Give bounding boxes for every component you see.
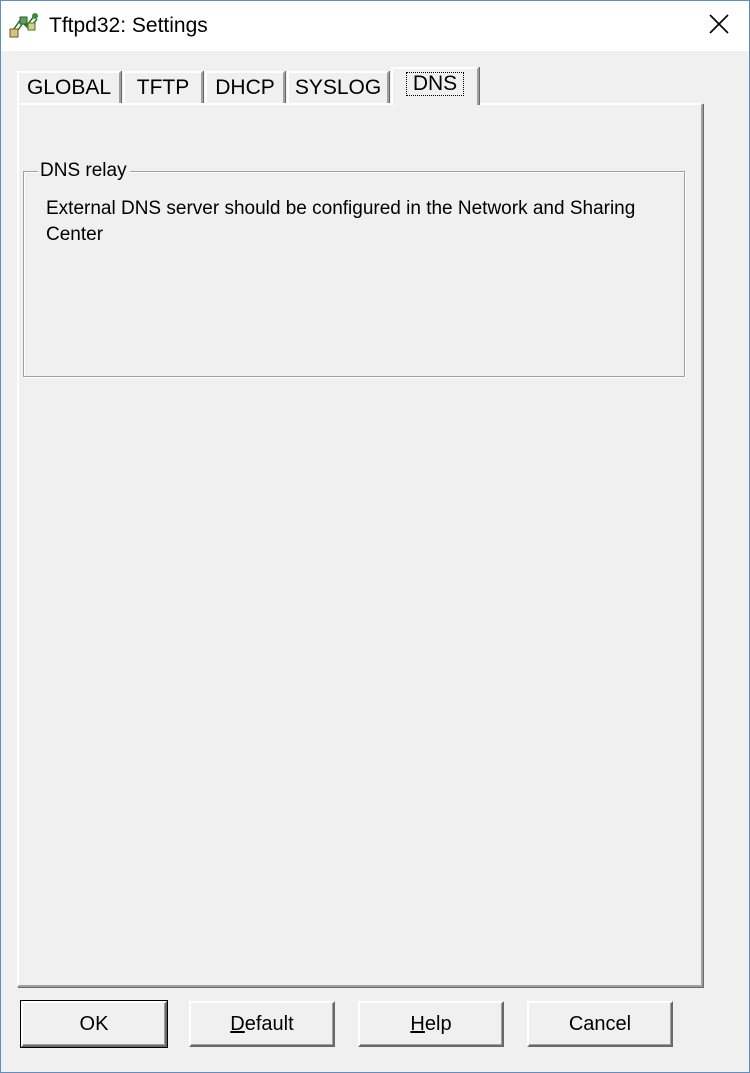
help-button[interactable]: Help xyxy=(358,1001,504,1047)
tab-label: GLOBAL xyxy=(26,76,112,99)
tab-global[interactable]: GLOBAL xyxy=(17,71,121,103)
tftpd32-app-icon xyxy=(7,11,41,41)
default-button-mnemonic: D xyxy=(230,1013,245,1035)
tab-label: TFTP xyxy=(136,76,190,99)
help-button-label: elp xyxy=(424,1013,452,1035)
cancel-button-label: Cancel xyxy=(568,1013,632,1035)
tab-tftp[interactable]: TFTP xyxy=(123,71,203,103)
settings-window: Tftpd32: Settings GLOBAL TFTP DHCP SYSLO… xyxy=(0,0,750,1073)
ok-button[interactable]: OK xyxy=(20,1000,168,1048)
cancel-button[interactable]: Cancel xyxy=(527,1001,673,1047)
tab-label: SYSLOG xyxy=(294,76,382,99)
tab-dhcp[interactable]: DHCP xyxy=(205,71,285,103)
help-button-mnemonic: H xyxy=(410,1013,425,1035)
tab-label: DNS xyxy=(405,72,465,96)
tab-label: DHCP xyxy=(215,76,275,99)
close-icon xyxy=(709,13,729,39)
dns-relay-group: DNS relay External DNS server should be … xyxy=(23,159,685,377)
default-button[interactable]: Default xyxy=(189,1001,335,1047)
window-title: Tftpd32: Settings xyxy=(49,14,208,37)
dns-tab-panel: DNS relay External DNS server should be … xyxy=(17,103,703,987)
ok-button-label: OK xyxy=(79,1013,109,1035)
tab-syslog[interactable]: SYSLOG xyxy=(287,71,389,103)
tab-dns[interactable]: DNS xyxy=(391,67,479,105)
close-button[interactable] xyxy=(689,1,749,51)
title-bar[interactable]: Tftpd32: Settings xyxy=(1,1,749,51)
default-button-label: efault xyxy=(244,1013,294,1035)
group-title: DNS relay xyxy=(38,159,130,183)
dns-relay-message: External DNS server should be configured… xyxy=(46,198,636,245)
